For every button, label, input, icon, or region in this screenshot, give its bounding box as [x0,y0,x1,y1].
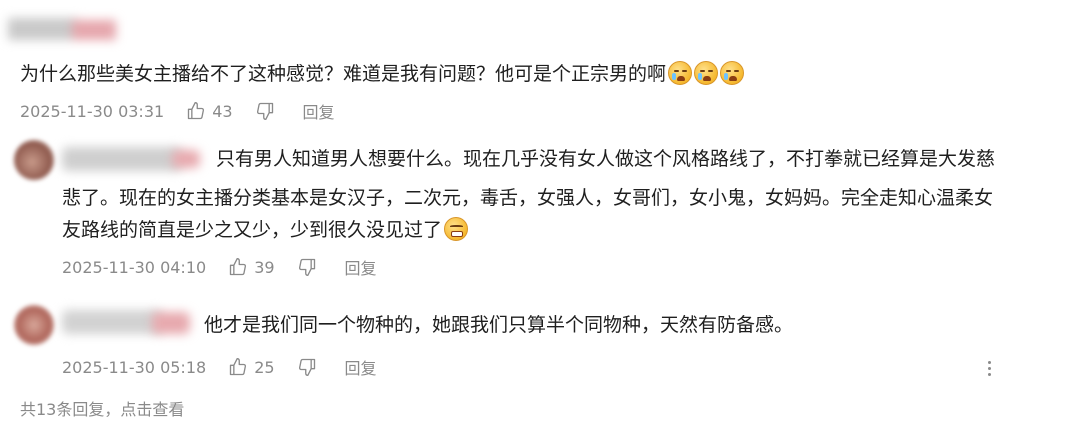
reply-2-meta: 2025-11-30 05:18 25 回复 [62,355,377,379]
reply-1-line-last: 友路线的简直是少之又少，少到很久没见过了 [62,214,993,246]
main-comment-username-blurred[interactable] [8,12,118,46]
crying-laughing-emoji [720,61,745,85]
comment-timestamp: 2025-11-30 04:10 [62,257,207,277]
main-comment-meta: 2025-11-30 03:31 43 回复 [20,99,335,123]
like-count: 43 [212,101,233,121]
thumbs-up-icon [230,258,247,276]
thumbs-down-icon [256,102,273,121]
dislike-button[interactable] [255,101,281,121]
thumbs-down-icon [298,358,315,376]
crying-laughing-emoji [694,61,719,85]
like-button[interactable]: 39 [228,257,275,277]
reply-1-text-cont: 悲了。现在的女主播分类基本是女汉子，二次元，毒舌，女强人，女哥们，女小鬼，女妈妈… [62,182,993,246]
crying-laughing-emoji [668,61,693,85]
reply-2-line: 他才是我们同一个物种的，她跟我们只算半个同物种，天然有防备感。 [204,314,794,336]
comment-timestamp: 2025-11-30 03:31 [20,101,165,121]
like-count: 39 [254,257,275,277]
like-button[interactable]: 25 [228,357,275,377]
grimacing-emoji [444,217,469,241]
avatar[interactable] [14,305,54,345]
thumbs-up-icon [230,358,247,376]
reply-1-text: 只有男人知道男人想要什么。现在几乎没有女人做这个风格路线了，不打拳就已经算是大发… [216,143,995,175]
reply-username-blurred[interactable] [62,308,192,338]
dislike-button[interactable] [297,357,323,377]
reply-1-meta: 2025-11-30 04:10 39 回复 [62,255,377,279]
thumbs-down-icon [298,258,315,276]
main-comment-text: 为什么那些美女主播给不了这种感觉？难道是我有问题？他可是个正宗男的啊 [20,58,745,90]
reply-username-blurred[interactable] [62,145,202,175]
reply-button[interactable]: 回复 [345,255,377,279]
comment-timestamp: 2025-11-30 05:18 [62,357,207,377]
reply-button[interactable]: 回复 [345,355,377,379]
thumbs-up-icon [188,102,205,120]
more-options-icon[interactable] [983,356,995,380]
reply-button[interactable]: 回复 [303,99,335,123]
dislike-button[interactable] [297,257,323,277]
main-comment-body: 为什么那些美女主播给不了这种感觉？难道是我有问题？他可是个正宗男的啊 [20,63,667,85]
view-all-replies-link[interactable]: 共13条回复，点击查看 [20,396,184,420]
reply-2-text: 他才是我们同一个物种的，她跟我们只算半个同物种，天然有防备感。 [204,309,793,341]
reply-1-line: 友路线的简直是少之又少，少到很久没见过了 [62,219,443,241]
reply-1-line: 悲了。现在的女主播分类基本是女汉子，二次元，毒舌，女强人，女哥们，女小鬼，女妈妈… [62,187,994,209]
reply-1-line: 只有男人知道男人想要什么。现在几乎没有女人做这个风格路线了，不打拳就已经算是大发… [216,148,996,170]
avatar[interactable] [14,140,54,180]
like-button[interactable]: 43 [186,101,233,121]
like-count: 25 [254,357,275,377]
